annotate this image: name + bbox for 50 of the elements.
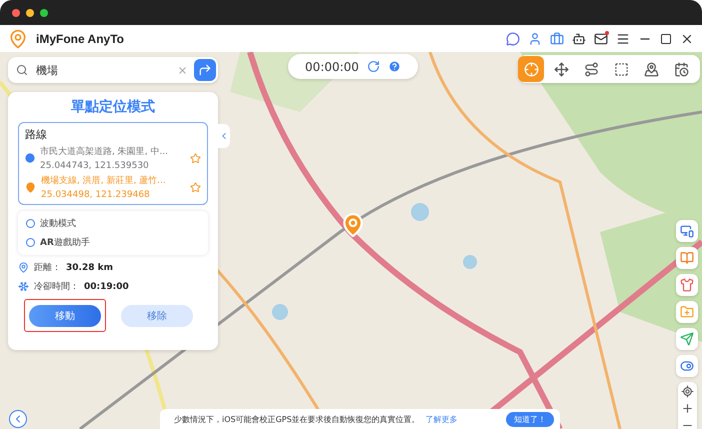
address-text: 市民大道高架道路, 朱園里, 中...	[40, 146, 170, 158]
timer-text: 00:00:00	[305, 60, 359, 74]
address-text: 機場支線, 洪厝, 新莊里, 蘆竹...	[41, 174, 167, 187]
search-icon	[16, 64, 28, 76]
minimize-window-dot[interactable]	[26, 8, 34, 16]
go-button[interactable]	[194, 59, 216, 81]
destination-pin-icon	[25, 182, 36, 192]
distance-pin-icon	[18, 262, 29, 273]
radio-button[interactable]	[26, 219, 35, 228]
robot-icon[interactable]	[572, 32, 586, 46]
maximize-icon[interactable]	[660, 32, 672, 44]
route-label: 路線	[25, 127, 48, 142]
refresh-icon[interactable]	[366, 60, 380, 73]
favorite-star-icon[interactable]	[190, 152, 201, 164]
favorite-star-icon[interactable]	[190, 182, 201, 192]
book-icon[interactable]	[676, 247, 698, 269]
stat-label: 冷卻時間：	[34, 280, 79, 293]
stat-value: 30.28 km	[66, 262, 113, 272]
zoom-window-dot[interactable]	[40, 8, 48, 16]
app-title: iMyFone AnyTo	[36, 32, 125, 46]
action-button[interactable]: 移動	[29, 305, 101, 327]
search-bar[interactable]: 機場	[8, 57, 218, 83]
zoom-in-icon[interactable]	[680, 402, 694, 415]
stat-label: 距離：	[34, 262, 61, 274]
mail-icon[interactable]	[594, 32, 608, 46]
briefcase-icon[interactable]	[550, 32, 564, 46]
locate-icon[interactable]	[680, 385, 694, 398]
option-label: AR遊戲助手	[40, 236, 90, 249]
option-label: 波動模式	[40, 218, 76, 230]
shirt-icon[interactable]	[676, 274, 698, 296]
user-icon[interactable]	[528, 32, 542, 46]
coordinates-text: 25.034498, 121.239468	[41, 190, 151, 200]
help-icon[interactable]	[388, 60, 401, 73]
close-window-dot[interactable]	[12, 8, 20, 16]
notice-text: 少數情況下，iOS可能會校正GPS並在要求後自動恢復您的真實位置。	[174, 414, 420, 424]
coordinates-text: 25.044743, 121.539530	[40, 161, 150, 171]
app-logo-icon	[8, 28, 28, 48]
stat-value: 00:19:00	[84, 282, 129, 292]
turn-arrow-icon	[198, 63, 212, 77]
got-it-button[interactable]: 知道了！	[506, 412, 554, 426]
paper-plane-icon[interactable]	[676, 328, 698, 350]
start-point-icon	[25, 153, 35, 163]
chat-icon[interactable]	[506, 32, 520, 46]
toggle-icon[interactable]	[676, 355, 698, 377]
panel-title: 單點定位模式	[70, 98, 156, 116]
learn-more-link[interactable]: 了解更多	[426, 414, 458, 424]
snowflake-icon	[18, 281, 29, 292]
radio-button[interactable]	[26, 238, 35, 247]
devices-icon[interactable]	[676, 220, 698, 242]
menu-icon[interactable]	[616, 32, 630, 46]
